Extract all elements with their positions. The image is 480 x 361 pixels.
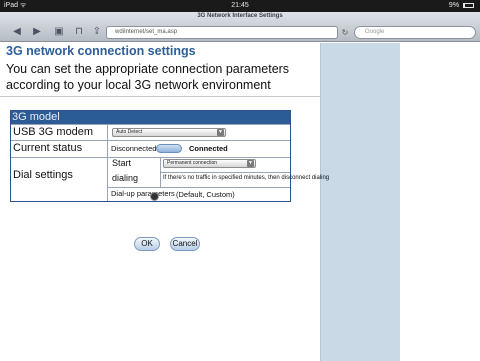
column-divider xyxy=(160,157,161,187)
column-divider xyxy=(107,124,108,201)
usb-modem-select[interactable]: Auto Detect ▼ xyxy=(112,128,226,137)
start-dialing-select[interactable]: Permanent connection ▼ xyxy=(163,159,256,168)
start-dialing-select-value: Permanent connection xyxy=(167,160,218,166)
page-title: 3G network connection settings xyxy=(6,44,196,58)
status-bar: iPad ᯤ 21:45 9% xyxy=(0,0,480,12)
connection-toggle[interactable] xyxy=(156,144,182,153)
address-bar[interactable]: wdiInternet/set_ma.asp xyxy=(106,26,338,39)
row-divider xyxy=(160,172,290,173)
bookmarks-icon[interactable]: ⊓ xyxy=(72,26,86,38)
back-icon[interactable]: ◀ xyxy=(10,26,24,38)
battery-percent: 9% xyxy=(448,2,460,9)
start-dialing-label-1: Start xyxy=(112,158,132,168)
dialup-mode-text: (Default, Custom) xyxy=(176,190,235,199)
help-icon[interactable] xyxy=(150,192,159,201)
current-status-label: Current status xyxy=(13,142,83,154)
usb-modem-select-value: Auto Detect xyxy=(116,129,143,135)
usb-modem-label: USB 3G modem xyxy=(13,126,94,138)
ok-button[interactable]: OK xyxy=(134,237,160,251)
dial-settings-label: Dial settings xyxy=(13,169,73,181)
chevron-down-icon: ▼ xyxy=(247,160,254,167)
battery-icon xyxy=(463,2,474,8)
pages-icon[interactable]: ▣ xyxy=(52,26,66,38)
page-description: You can set the appropriate connection p… xyxy=(6,62,290,92)
idle-disconnect-note: If there's no traffic in specified minut… xyxy=(163,175,330,181)
start-dialing-label-2: dialing xyxy=(112,173,139,183)
row-divider xyxy=(108,187,290,188)
share-icon[interactable]: ⇪ xyxy=(90,26,104,38)
chevron-down-icon: ▼ xyxy=(217,129,224,136)
status-disconnected-text: Disconnected xyxy=(111,144,157,153)
divider xyxy=(0,96,320,97)
row-divider xyxy=(11,124,290,125)
row-divider xyxy=(11,157,290,158)
dialup-params-label: Dial-up parameters xyxy=(111,189,175,198)
clock: 21:45 xyxy=(231,2,249,9)
panel-title: 3G model xyxy=(11,111,290,124)
status-connected-text: Connected xyxy=(189,144,228,153)
cancel-button[interactable]: Cancel xyxy=(170,237,200,251)
battery-indicator: 9% xyxy=(449,0,474,12)
reload-icon[interactable]: ↻ xyxy=(339,26,351,39)
settings-panel: 3G model USB 3G modem Auto Detect ▼ Curr… xyxy=(10,110,329,202)
search-input[interactable]: Google xyxy=(354,26,476,39)
browser-page-title: 3G Network Interface Settings xyxy=(197,13,283,19)
side-panel xyxy=(320,43,400,361)
row-divider xyxy=(11,140,290,141)
browser-toolbar: 3G Network Interface Settings ◀ ▶ ▣ ⊓ ⇪ … xyxy=(0,12,480,42)
forward-icon[interactable]: ▶ xyxy=(30,26,44,38)
